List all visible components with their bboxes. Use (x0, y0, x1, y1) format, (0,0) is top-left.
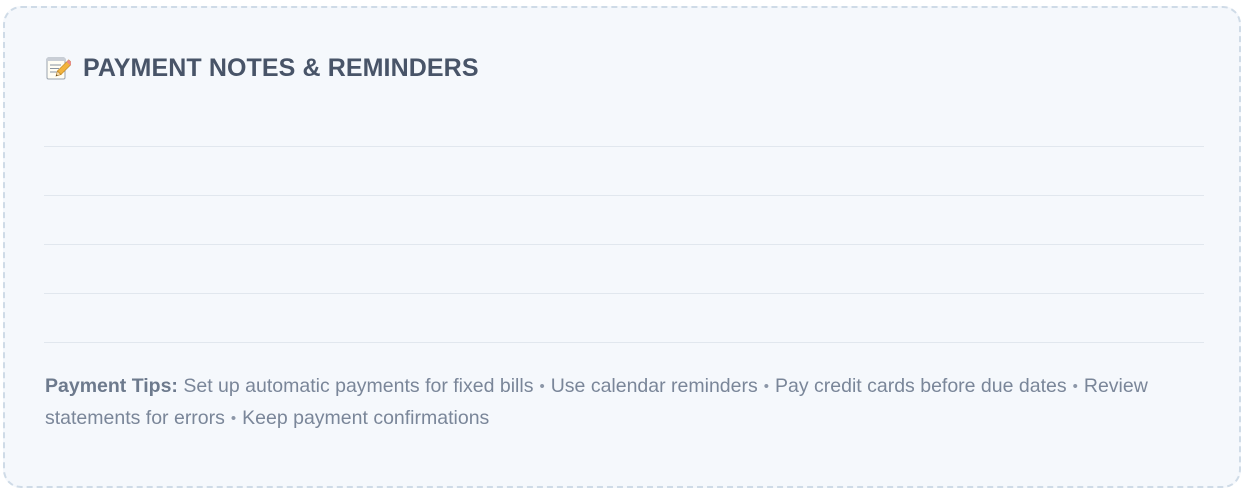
bullet-separator: • (230, 410, 237, 427)
note-lines[interactable] (44, 146, 1204, 343)
note-line[interactable] (44, 342, 1204, 343)
note-line[interactable] (44, 146, 1204, 147)
note-line[interactable] (44, 195, 1204, 196)
payment-notes-card: PAYMENT NOTES & REMINDERS Payment Tips: … (3, 6, 1241, 488)
bullet-separator: • (763, 378, 769, 395)
note-line[interactable] (44, 244, 1204, 245)
tip-item: Keep payment confirmations (242, 407, 490, 429)
card-title: PAYMENT NOTES & REMINDERS (83, 53, 479, 82)
note-line[interactable] (44, 293, 1204, 294)
tips-label: Payment Tips: (45, 375, 178, 397)
tip-item: Pay credit cards before due dates (775, 375, 1067, 397)
tip-item: Set up automatic payments for fixed bill… (183, 375, 534, 397)
memo-pencil-icon (45, 55, 73, 81)
payment-tips: Payment Tips: Set up automatic payments … (45, 371, 1210, 435)
card-header: PAYMENT NOTES & REMINDERS (45, 52, 479, 84)
tip-item: Use calendar reminders (550, 375, 758, 397)
bullet-separator: • (539, 378, 545, 395)
bullet-separator: • (1072, 378, 1078, 395)
